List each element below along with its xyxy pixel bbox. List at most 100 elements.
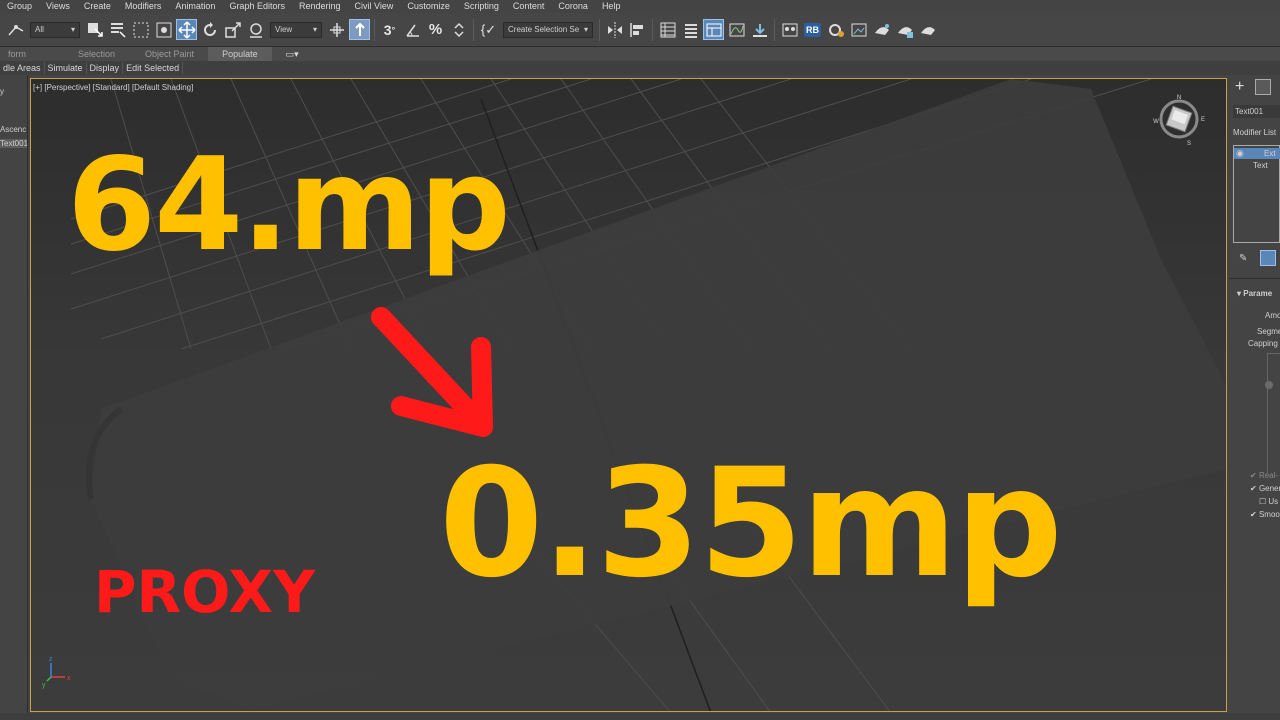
window-crossing-icon[interactable] [153,19,174,40]
link-icon[interactable] [5,19,26,40]
compass-w: W [1153,119,1159,125]
toggle-ribbon-icon[interactable] [703,19,724,40]
edit-named-selection-icon[interactable]: {✓ [478,19,499,40]
toolbar-separator [652,18,653,41]
named-selection-set-dropdown[interactable]: Create Selection Se ▾ [503,21,593,38]
ribbon-tab-selection[interactable]: Selection [34,47,123,61]
snap-toggle-icon[interactable]: 3 ° [379,19,400,40]
modifier-list-dropdown[interactable]: Modifier List [1233,128,1276,137]
select-by-name-icon[interactable] [107,19,128,40]
menu-bar: Group Views Create Modifiers Animation G… [0,0,1280,13]
angle-snap-icon[interactable] [402,19,423,40]
menu-rendering[interactable]: Rendering [292,0,348,13]
compass-s: S [1187,141,1191,147]
modify-tab-icon[interactable] [1255,79,1271,95]
render-production-icon[interactable] [871,19,892,40]
eye-icon[interactable]: ◉ [1236,148,1244,159]
chevron-down-icon: ▾ [70,25,75,34]
rendered-frame-window-icon[interactable] [848,19,869,40]
scene-item-text001[interactable]: Text001 [0,139,27,148]
param-amount-label: Amo [1265,311,1280,320]
select-object-icon[interactable] [84,19,105,40]
rb-plugin-label: RB [804,22,821,37]
perspective-viewport[interactable]: x y z N E S W [+] [Perspective] [Standar… [30,78,1227,712]
modifier-stack: ◉ Ext Text [1233,145,1280,243]
place-icon[interactable] [245,19,266,40]
viewport-label[interactable]: [+] [Perspective] [Standard] [Default Sh… [33,83,193,92]
layer-explorer-icon[interactable] [680,19,701,40]
menu-corona[interactable]: Corona [551,0,595,13]
menu-create[interactable]: Create [77,0,118,13]
sort-column-header[interactable]: Ascenc [0,125,26,134]
stack-item-extrude[interactable]: ◉ Ext [1234,148,1280,159]
rectangular-selection-icon[interactable] [130,19,151,40]
named-selection-set-value: Create Selection Se [508,25,580,34]
toolbar-separator [473,18,474,41]
menu-group[interactable]: Group [0,0,39,13]
axis-label-x: x [67,675,71,682]
capping-group-box [1267,353,1280,473]
ribbon-simulate[interactable]: Simulate [45,62,87,74]
selection-filter-value: All [35,25,44,34]
menu-animation[interactable]: Animation [168,0,222,13]
reference-coordinate-value: View [275,25,293,34]
render-in-cloud-icon[interactable] [917,19,938,40]
selection-filter-dropdown[interactable]: All ▾ [30,21,80,38]
parameters-rollout-label: Parame [1243,289,1273,298]
snap-toggle-label: 3 [383,21,392,38]
ribbon-panel: dle Areas Simulate Display Edit Selected [0,61,1280,75]
rotate-icon[interactable] [199,19,220,40]
create-tab-icon[interactable]: + [1235,78,1244,96]
ribbon-tab-object-paint[interactable]: Object Paint [123,47,202,61]
render-iterative-icon[interactable] [894,19,915,40]
overlay-text-proxy: PROXY [94,558,316,626]
menu-scripting[interactable]: Scripting [457,0,506,13]
render-setup-icon[interactable] [825,19,846,40]
menu-civil-view[interactable]: Civil View [348,0,401,13]
checkbox-smooth[interactable]: ✔ Smoo [1250,510,1280,519]
move-icon[interactable] [176,19,197,40]
checkbox-use[interactable]: ☐ Us [1259,497,1278,506]
ribbon-options-icon[interactable]: ▭▾ [278,47,307,61]
ribbon-display[interactable]: Display [87,62,124,74]
mirror-icon[interactable] [604,19,625,40]
checkbox-real-world[interactable]: ✔ Real- [1250,471,1278,480]
menu-content[interactable]: Content [506,0,552,13]
select-manipulate-icon[interactable] [349,19,370,40]
menu-customize[interactable]: Customize [400,0,457,13]
ribbon-idle-areas[interactable]: dle Areas [0,62,45,74]
menu-views[interactable]: Views [39,0,77,13]
main-toolbar: All ▾ View ▾ 3 ° % {✓ Create Selection S… [0,13,1280,47]
spinner-snap-icon[interactable] [448,19,469,40]
align-icon[interactable] [627,19,648,40]
percent-snap-icon[interactable]: % [425,19,446,40]
pivot-center-icon[interactable] [326,19,347,40]
stack-item-text[interactable]: Text [1253,161,1268,170]
toolbar-separator [374,18,375,41]
axis-label-z: z [49,656,53,663]
curve-editor-icon[interactable] [726,19,747,40]
ribbon-edit-selected[interactable]: Edit Selected [123,62,184,74]
ribbon-tab-freeform[interactable]: form [0,47,34,61]
scale-icon[interactable] [222,19,243,40]
menu-graph-editors[interactable]: Graph Editors [222,0,292,13]
radio-button[interactable] [1265,381,1273,389]
ribbon-tabs: form Selection Object Paint Populate ▭▾ [0,47,1280,61]
status-bar [0,713,1280,720]
menu-modifiers[interactable]: Modifiers [118,0,169,13]
reference-coordinate-dropdown[interactable]: View ▾ [270,21,322,38]
chevron-down-icon: ▾ [583,25,588,34]
show-end-result-icon[interactable] [1260,250,1276,266]
checkbox-generate-mapping[interactable]: ✔ Gener [1250,484,1280,493]
checkbox-smooth-label: Smoo [1258,510,1280,519]
menu-help[interactable]: Help [595,0,628,13]
material-editor-icon[interactable] [779,19,800,40]
schematic-view-icon[interactable] [749,19,770,40]
parameters-rollout-title[interactable]: ▾ Parame [1237,289,1272,298]
scene-explorer-icon[interactable] [657,19,678,40]
rb-plugin-button[interactable]: RB [802,19,823,40]
stack-item-extrude-label: Ext [1264,149,1276,158]
ribbon-tab-populate[interactable]: Populate [208,47,272,61]
pin-stack-icon[interactable]: ✎ [1239,253,1247,264]
object-name-field[interactable]: Text001 [1233,105,1280,118]
